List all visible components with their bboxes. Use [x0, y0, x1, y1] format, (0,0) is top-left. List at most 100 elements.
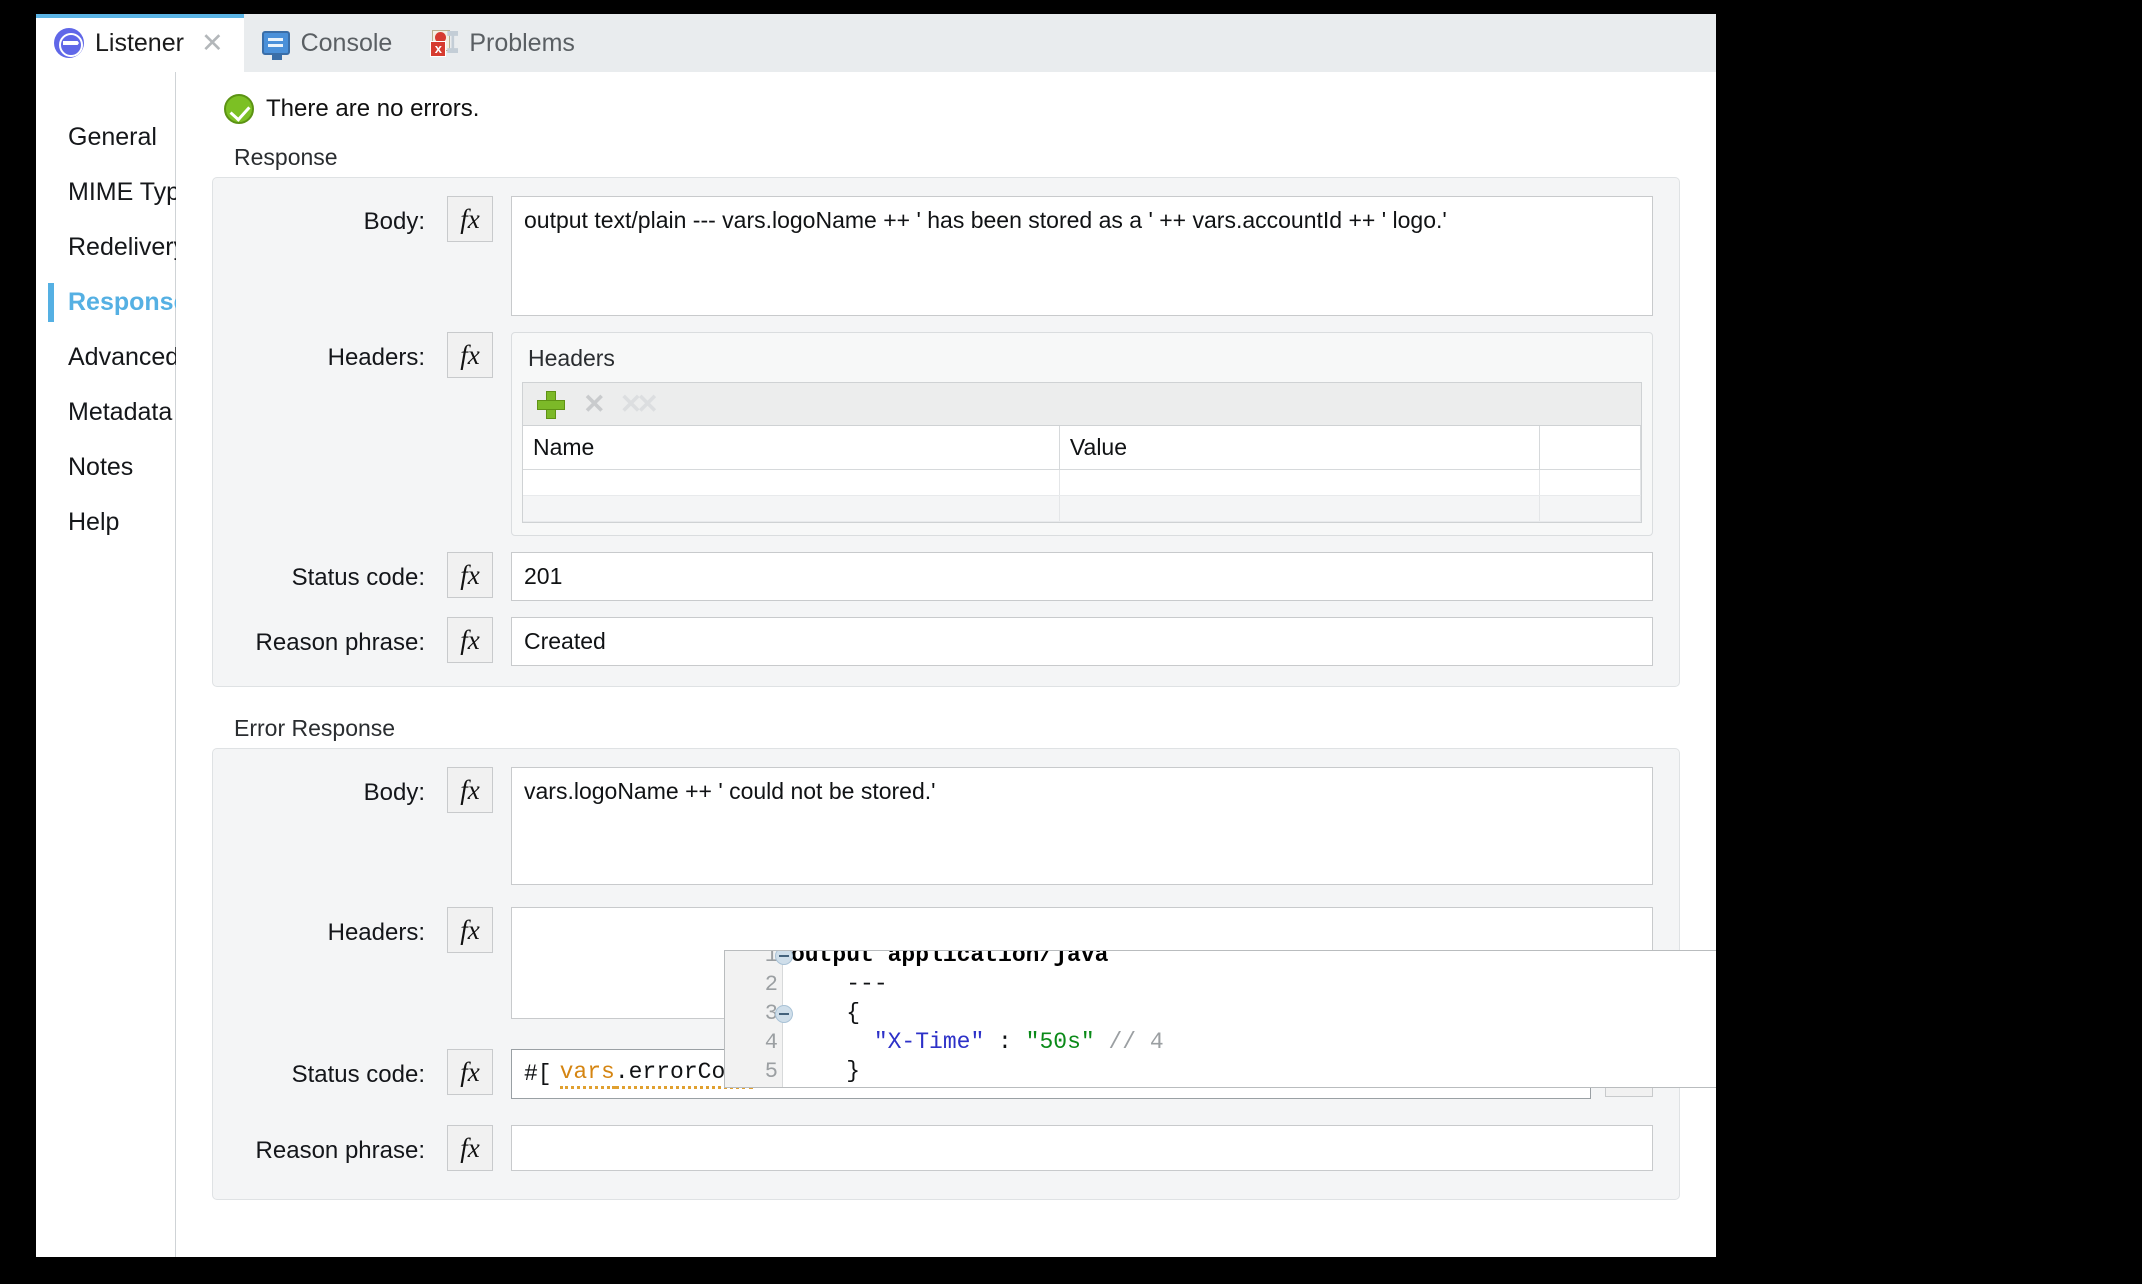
response-reason-phrase-fx-button[interactable]: fx [447, 617, 493, 663]
response-reason-phrase-row: Reason phrase: fx Created [213, 617, 1679, 666]
tab-problems[interactable]: x Problems [412, 14, 595, 72]
error-response-group-title: Error Response [234, 715, 396, 741]
line-number: 5 [764, 1059, 778, 1084]
tab-problems-label: Problems [469, 28, 575, 57]
cell-name[interactable] [523, 469, 1060, 496]
response-reason-phrase-input[interactable]: Created [511, 617, 1653, 666]
tab-console-label: Console [300, 28, 393, 57]
cell-spacer [1539, 469, 1641, 496]
response-headers-fx-button[interactable]: fx [447, 332, 493, 378]
error-body-fx-button[interactable]: fx [447, 767, 493, 813]
code-token: output application/java [791, 950, 1109, 968]
code-token: "X-Time" [873, 1029, 985, 1055]
code-token: : [984, 1029, 1026, 1055]
listener-globe-icon [54, 28, 84, 58]
response-status-code-input[interactable]: 201 [511, 552, 1653, 601]
validation-banner: There are no errors. [176, 72, 1716, 140]
listener-config-window: Listener ✕ Console x Problems General MI… [36, 14, 1716, 1257]
line-number: 3 [725, 999, 793, 1028]
problems-warning-icon: x [430, 29, 459, 57]
line-number: 4 [764, 1030, 778, 1055]
editor-line-number-gutter: 1 234 5 [725, 951, 793, 1087]
error-reason-phrase-fx-button[interactable]: fx [447, 1125, 493, 1171]
sidebar-item-advanced[interactable]: Advanced [36, 330, 179, 385]
response-headers-row: Headers: fx Headers ✕ ✕✕ Name Value [213, 332, 1679, 536]
error-reason-phrase-row: Reason phrase: fx [213, 1125, 1679, 1171]
error-headers-label: Headers: [327, 919, 425, 946]
code-line: } [791, 1057, 1716, 1086]
response-panel: Body: fx output text/plain --- vars.logo… [212, 177, 1680, 687]
response-body-input[interactable]: output text/plain --- vars.logoName ++ '… [511, 196, 1653, 316]
sidebar-item-mime-type[interactable]: MIME Type [36, 165, 194, 220]
tab-listener-label: Listener [95, 28, 184, 57]
tab-console[interactable]: Console [244, 14, 413, 72]
expr-vars-token: vars [559, 1059, 615, 1089]
code-line: { [791, 999, 1716, 1028]
responses-pane: There are no errors. Response Body: fx o… [176, 72, 1716, 1257]
cell-value[interactable] [1059, 469, 1541, 496]
console-monitor-icon [261, 31, 290, 60]
response-body-row: Body: fx output text/plain --- vars.logo… [213, 196, 1679, 316]
column-header-spacer [1539, 426, 1641, 470]
error-headers-fx-button[interactable]: fx [447, 907, 493, 953]
sidebar-item-metadata[interactable]: Metadata [36, 385, 175, 440]
response-status-code-row: Status code: fx 201 [213, 552, 1679, 601]
cell-spacer [1539, 495, 1641, 522]
sidebar-item-general[interactable]: General [36, 110, 175, 165]
delete-row-icon: ✕ [583, 389, 605, 419]
error-body-input[interactable]: vars.logoName ++ ' could not be stored.' [511, 767, 1653, 885]
response-headers-panel: Headers ✕ ✕✕ Name Value [511, 332, 1653, 536]
line-number: 1 [725, 951, 793, 970]
response-headers-panel-title: Headers [528, 345, 615, 371]
sidebar-item-help[interactable]: Help [36, 495, 175, 550]
success-check-icon [224, 94, 254, 124]
editor-tab-bar: Listener ✕ Console x Problems [36, 14, 1716, 72]
response-headers-label: Headers: [327, 344, 425, 371]
expr-open-token: #[ [524, 1061, 552, 1087]
error-body-row: Body: fx vars.logoName ++ ' could not be… [213, 767, 1679, 885]
window-body: General MIME Type Redelivery Responses A… [36, 72, 1716, 1257]
table-row[interactable] [523, 495, 1641, 522]
error-status-code-fx-button[interactable]: fx [447, 1049, 493, 1095]
response-status-code-fx-button[interactable]: fx [447, 552, 493, 598]
table-header-row: Name Value [523, 426, 1641, 470]
response-headers-table-box: ✕ ✕✕ Name Value [522, 382, 1642, 523]
error-status-code-label: Status code: [291, 1061, 425, 1088]
config-sidebar: General MIME Type Redelivery Responses A… [36, 72, 201, 1257]
editor-code-area[interactable]: output application/java --- { "X-Time" :… [783, 950, 1716, 1087]
response-headers-toolbar: ✕ ✕✕ [523, 383, 1641, 426]
code-token: // 4 [1094, 1029, 1164, 1055]
code-token: } [791, 1058, 861, 1084]
code-token: --- [791, 971, 888, 997]
dataweave-code-editor[interactable]: 1 234 5 output application/java --- { "X-T… [724, 950, 1716, 1088]
sidebar-item-redelivery[interactable]: Redelivery [36, 220, 186, 275]
delete-all-rows-icon: ✕✕ [619, 389, 659, 419]
cell-name[interactable] [523, 495, 1060, 522]
response-body-label: Body: [363, 208, 425, 235]
close-icon[interactable]: ✕ [201, 29, 224, 57]
code-line: --- [791, 970, 1716, 999]
response-body-fx-button[interactable]: fx [447, 196, 493, 242]
code-line: output application/java [791, 950, 1716, 970]
cell-value[interactable] [1059, 495, 1541, 522]
validation-banner-text: There are no errors. [266, 95, 480, 122]
error-reason-phrase-input[interactable] [511, 1125, 1653, 1171]
code-line: "X-Time" : "50s" // 4 [791, 1028, 1716, 1057]
response-group: Response Body: fx output text/plain --- … [212, 140, 1716, 687]
response-group-title: Response [234, 144, 338, 170]
response-headers-table: Name Value [523, 426, 1641, 522]
error-body-label: Body: [363, 779, 425, 806]
response-reason-phrase-label: Reason phrase: [255, 629, 425, 656]
add-row-icon[interactable] [537, 391, 565, 419]
code-fold-icon[interactable] [775, 1005, 793, 1023]
column-header-name: Name [523, 426, 1060, 470]
sidebar-item-notes[interactable]: Notes [36, 440, 175, 495]
table-row[interactable] [523, 469, 1641, 496]
code-token: { [791, 1000, 861, 1026]
sidebar-item-responses[interactable]: Responses [36, 275, 201, 330]
code-token: "50s" [1025, 1029, 1095, 1055]
tab-listener[interactable]: Listener ✕ [36, 14, 244, 72]
column-header-value: Value [1059, 426, 1541, 470]
response-status-code-label: Status code: [291, 564, 425, 591]
